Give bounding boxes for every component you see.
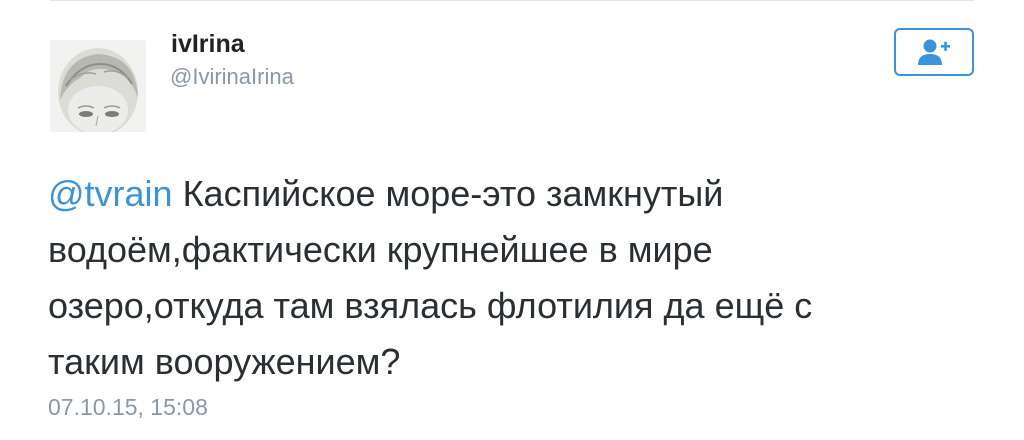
tweet-text: @tvrain Каспийское море-это замкнутый во…	[48, 166, 908, 390]
timestamp[interactable]: 07.10.15, 15:08	[48, 394, 208, 421]
tweet-card: ivIrina @IvirinaIrina @tvrain Каспийское…	[0, 0, 1024, 440]
avatar[interactable]	[50, 40, 146, 132]
tweet-line-1-text: Каспийское море-это замкнутый	[172, 173, 724, 214]
tweet-line-2: водоём,фактически крупнейшее в мире	[48, 229, 713, 270]
divider	[50, 0, 974, 1]
tweet-line-4: таким вооружением?	[48, 341, 401, 382]
display-name[interactable]: ivIrina	[171, 30, 245, 59]
follow-button[interactable]	[894, 28, 974, 76]
mention-link[interactable]: @tvrain	[48, 173, 173, 214]
avatar-sketch-image	[50, 40, 146, 132]
add-user-icon	[918, 39, 950, 65]
tweet-line-1: @tvrain Каспийское море-это замкнутый	[48, 166, 908, 222]
tweet-line-3: озеро,откуда там взялась флотилия да ещё…	[48, 285, 813, 326]
user-handle[interactable]: @IvirinaIrina	[170, 64, 294, 90]
